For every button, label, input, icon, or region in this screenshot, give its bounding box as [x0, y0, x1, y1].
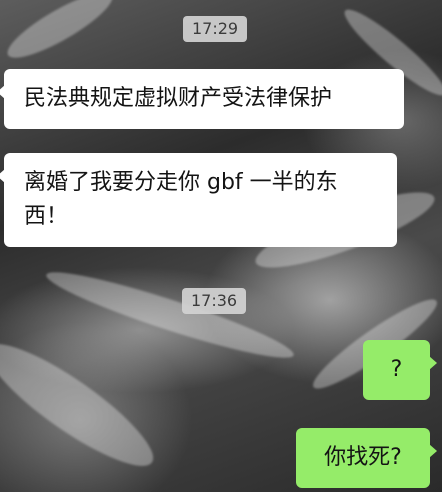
incoming-message-bubble[interactable]: 离婚了我要分走你 gbf 一半的东西！: [0, 153, 397, 247]
timestamp-chip: 17:29: [183, 16, 248, 42]
message-text: ?: [390, 357, 403, 382]
timestamp-chip: 17:36: [182, 288, 247, 314]
outgoing-message-bubble[interactable]: 你找死?: [296, 428, 437, 488]
message-text: 民法典规定虚拟财产受法律保护: [24, 86, 333, 111]
outgoing-message-bubble[interactable]: ?: [363, 340, 437, 400]
message-text: 你找死?: [324, 445, 402, 470]
incoming-message-bubble[interactable]: 民法典规定虚拟财产受法律保护: [0, 69, 404, 129]
message-text: 离婚了我要分走你 gbf 一半的东西！: [24, 170, 338, 229]
